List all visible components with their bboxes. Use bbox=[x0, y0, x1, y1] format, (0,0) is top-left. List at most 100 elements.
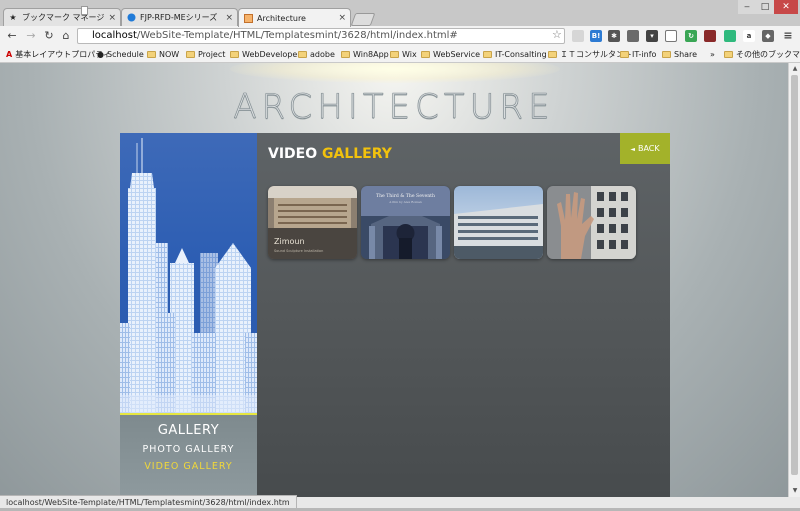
apple-icon: ● bbox=[97, 49, 104, 59]
folder-icon bbox=[662, 50, 671, 58]
ext-puzzle-icon[interactable]: ✱ bbox=[608, 30, 620, 42]
folder-icon bbox=[298, 50, 307, 58]
status-bar-url: localhost/WebSite-Template/HTML/Template… bbox=[0, 495, 297, 509]
bookmark-item[interactable]: ● Schedule bbox=[97, 46, 144, 62]
tab-label: FJP-RFD-MEシリーズ［従来 bbox=[140, 13, 222, 22]
bookmark-label: Schedule bbox=[106, 49, 144, 59]
new-tab-button[interactable] bbox=[350, 13, 376, 26]
bookmark-label: Win8App bbox=[353, 49, 389, 59]
thumb-subcaption: A film by Alex Roman bbox=[388, 200, 422, 204]
gallery-title-accent: GALLERY bbox=[322, 146, 392, 162]
gallery-title: VIDEO GALLERY bbox=[268, 146, 392, 162]
browser-titlebar: ★ ブックマーク マネージャ × FJP-RFD-MEシリーズ［従来 × Arc… bbox=[0, 0, 800, 27]
browser-toolbar: ← → ↻ ⌂ localhost/WebSite-Template/HTML/… bbox=[0, 26, 800, 46]
back-button[interactable]: ◄ BACK bbox=[620, 133, 670, 164]
sidebar: GALLERY PHOTO GALLERY VIDEO GALLERY bbox=[120, 133, 257, 497]
bookmark-label: WebService bbox=[433, 49, 481, 59]
adobe-icon: A bbox=[6, 49, 13, 59]
scrollbar-thumb[interactable] bbox=[791, 75, 798, 475]
menu-icon[interactable]: ≡ bbox=[782, 30, 794, 42]
bookmark-folder[interactable]: Share bbox=[662, 46, 697, 62]
bookmark-folder[interactable]: IT-Consalting bbox=[483, 46, 547, 62]
ext-evernote-icon[interactable] bbox=[724, 30, 736, 42]
bookmark-label: Share bbox=[674, 49, 698, 59]
bookmark-item[interactable]: A 基本レイアウトプロパティ bbox=[6, 46, 111, 62]
ext-gray-icon[interactable] bbox=[572, 30, 584, 42]
ext-cast-icon[interactable] bbox=[665, 30, 677, 42]
window-maximize-button[interactable]: □ bbox=[756, 0, 774, 14]
bookmark-folder[interactable]: adobe bbox=[298, 46, 335, 62]
close-icon[interactable]: × bbox=[225, 13, 233, 23]
folder-icon bbox=[147, 50, 156, 58]
gallery-title-primary: VIDEO bbox=[268, 146, 318, 162]
tab-bookmark-manager[interactable]: ★ ブックマーク マネージャ × bbox=[3, 8, 121, 26]
window-close-button[interactable]: ✕ bbox=[774, 0, 798, 14]
url-host: localhost bbox=[92, 30, 137, 41]
folder-icon bbox=[548, 50, 557, 58]
tab-label: ブックマーク マネージャ bbox=[22, 13, 106, 22]
window-minimize-button[interactable]: ‒ bbox=[738, 0, 756, 14]
bookmarks-more-button[interactable]: » bbox=[710, 46, 715, 62]
bookmark-folder[interactable]: NOW bbox=[147, 46, 179, 62]
tab-architecture[interactable]: Architecture × bbox=[238, 8, 351, 27]
spotlight-glow bbox=[230, 63, 560, 83]
video-thumb-building[interactable] bbox=[454, 186, 543, 259]
menu-item-photo-gallery[interactable]: PHOTO GALLERY bbox=[120, 444, 257, 455]
ext-amazon-icon[interactable]: a bbox=[743, 30, 755, 42]
bookmark-folder[interactable]: WebDeveloper bbox=[230, 46, 301, 62]
home-icon[interactable]: ⌂ bbox=[59, 29, 73, 43]
folder-icon bbox=[390, 50, 399, 58]
bookmark-folder[interactable]: Wix bbox=[390, 46, 417, 62]
bookmark-label: IT-info bbox=[632, 49, 657, 59]
back-arrow-icon[interactable]: ← bbox=[5, 29, 19, 43]
ext-green-icon[interactable]: ↻ bbox=[685, 30, 697, 42]
site-title: ARCHITECTURE bbox=[233, 87, 555, 128]
ext-cat-icon[interactable] bbox=[627, 30, 639, 42]
address-bar[interactable]: localhost/WebSite-Template/HTML/Template… bbox=[77, 28, 565, 44]
bookmark-folder[interactable]: IT-info bbox=[620, 46, 656, 62]
star-icon: ★ bbox=[9, 13, 17, 22]
chevron-left-icon: ◄ bbox=[630, 146, 635, 153]
folder-icon bbox=[421, 50, 430, 58]
page-scrollbar[interactable]: ▲ ▼ bbox=[788, 63, 800, 497]
ext-red-icon[interactable] bbox=[704, 30, 716, 42]
ext-b-icon[interactable]: B! bbox=[590, 30, 602, 42]
menu-item-video-gallery[interactable]: VIDEO GALLERY bbox=[120, 461, 257, 472]
city-skyline-image bbox=[120, 133, 257, 414]
tab-label: Architecture bbox=[257, 13, 306, 23]
forward-arrow-icon[interactable]: → bbox=[24, 29, 38, 43]
bookmark-folder[interactable]: Project bbox=[186, 46, 225, 62]
folder-icon bbox=[186, 50, 195, 58]
folder-icon bbox=[341, 50, 350, 58]
video-thumb-hand[interactable] bbox=[547, 186, 636, 259]
bookmark-label: その他のブックマーク bbox=[736, 49, 800, 59]
ext-shield-icon[interactable]: ◆ bbox=[762, 30, 774, 42]
video-thumb-third-seventh[interactable]: The Third & The Seventh A film by Alex R… bbox=[361, 186, 450, 259]
folder-icon bbox=[230, 50, 239, 58]
bookmark-label: NOW bbox=[159, 49, 180, 59]
bookmark-folder-other[interactable]: その他のブックマーク bbox=[724, 46, 800, 62]
bookmark-folder[interactable]: Win8App bbox=[341, 46, 389, 62]
url-path: /WebSite-Template/HTML/Templatesmint/362… bbox=[136, 30, 458, 41]
bookmark-star-icon[interactable]: ☆ bbox=[552, 28, 562, 41]
reload-icon[interactable]: ↻ bbox=[42, 29, 56, 43]
gallery-menu-heading: GALLERY bbox=[157, 423, 220, 438]
bookmark-label: Project bbox=[198, 49, 226, 59]
bookmark-folder[interactable]: WebService bbox=[421, 46, 480, 62]
globe-icon bbox=[126, 13, 136, 23]
gallery-content: VIDEO GALLERY ◄ BACK Zimoun Sound Sculptu… bbox=[257, 133, 670, 497]
scroll-up-arrow-icon[interactable]: ▲ bbox=[791, 65, 799, 73]
bookmark-label: WebDeveloper bbox=[242, 49, 301, 59]
bookmarks-bar: A 基本レイアウトプロパティ ● Schedule NOW Project WebD… bbox=[0, 46, 800, 63]
thumb-caption: The Third & The Seventh bbox=[376, 193, 435, 199]
scroll-down-arrow-icon[interactable]: ▼ bbox=[791, 487, 799, 495]
tab-fjp-rfd[interactable]: FJP-RFD-MEシリーズ［従来 × bbox=[121, 8, 238, 26]
thumb-caption: Zimoun bbox=[274, 237, 305, 246]
video-thumb-zimoun[interactable]: Zimoun Sound Sculpture Installation bbox=[268, 186, 357, 259]
page-viewport: ARCHITECTURE GALLERY PHOTO GALLERY VIDEO… bbox=[0, 63, 788, 497]
ext-pocket-icon[interactable]: ▾ bbox=[646, 30, 658, 42]
close-icon[interactable]: × bbox=[108, 13, 116, 23]
back-button-label: BACK bbox=[637, 144, 660, 153]
folder-icon bbox=[620, 50, 629, 58]
close-icon[interactable]: × bbox=[338, 13, 346, 23]
